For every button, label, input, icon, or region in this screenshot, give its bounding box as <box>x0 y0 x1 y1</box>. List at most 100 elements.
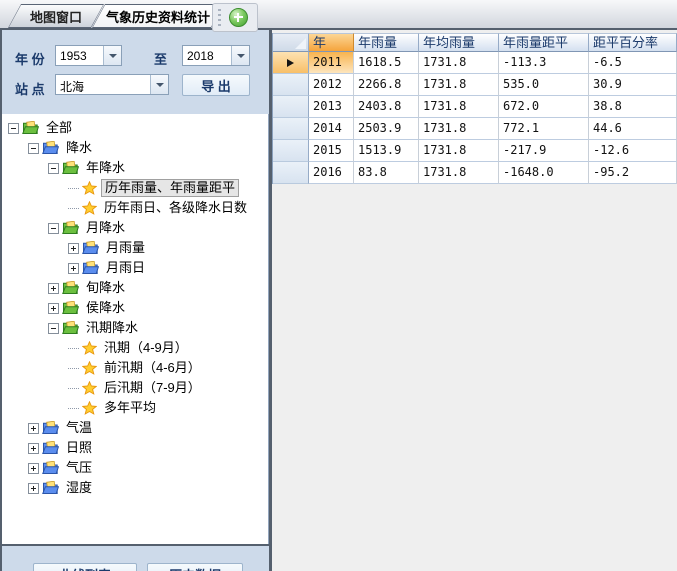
collapse-icon[interactable] <box>28 143 39 154</box>
tree-item[interactable]: 汛期降水 <box>2 318 268 338</box>
expand-icon[interactable] <box>28 463 39 474</box>
tree-item[interactable]: 降水 <box>2 138 268 158</box>
category-tree: 全部 降水 年降水 历年雨量、年雨量距平 历年雨日、各级降水日数 月降水 月雨量… <box>2 114 269 544</box>
table-cell[interactable]: 2011 <box>309 52 354 74</box>
row-indicator[interactable] <box>273 140 309 162</box>
chevron-down-icon[interactable] <box>150 75 168 94</box>
row-indicator[interactable] <box>273 52 309 74</box>
table-cell[interactable]: 30.9 <box>589 74 677 96</box>
table-cell[interactable]: 1731.8 <box>419 140 499 162</box>
export-button[interactable]: 导 出 <box>182 74 250 96</box>
column-header[interactable]: 年雨量 <box>354 33 419 52</box>
table-cell[interactable]: 44.6 <box>589 118 677 140</box>
tree-item-label: 月降水 <box>83 220 128 236</box>
tree-item[interactable]: 历年雨量、年雨量距平 <box>2 178 268 198</box>
star-icon <box>82 361 97 375</box>
column-header[interactable]: 距平百分率 <box>589 33 677 52</box>
year-from-select[interactable]: 1953 <box>55 45 122 66</box>
table-cell[interactable]: 1731.8 <box>419 74 499 96</box>
table-row[interactable]: 20111618.51731.8-113.3-6.5 <box>273 52 677 74</box>
add-tab-button plus-icon[interactable] <box>229 8 248 27</box>
tree-item[interactable]: 侯降水 <box>2 298 268 318</box>
expand-icon[interactable] <box>28 423 39 434</box>
table-cell[interactable]: -6.5 <box>589 52 677 74</box>
table-cell[interactable]: -12.6 <box>589 140 677 162</box>
curve-list-button[interactable]: 曲线列表 <box>33 563 137 571</box>
table-row[interactable]: 20151513.91731.8-217.9-12.6 <box>273 140 677 162</box>
tree-item[interactable]: 后汛期（7-9月） <box>2 378 268 398</box>
table-row[interactable]: 20122266.81731.8535.030.9 <box>273 74 677 96</box>
column-header[interactable]: 年 <box>309 33 354 52</box>
row-indicator[interactable] <box>273 96 309 118</box>
tree-item[interactable]: 历年雨日、各级降水日数 <box>2 198 268 218</box>
expand-icon[interactable] <box>48 283 59 294</box>
expand-icon[interactable] <box>48 303 59 314</box>
collapse-icon[interactable] <box>48 223 59 234</box>
tree-item[interactable]: 湿度 <box>2 478 268 498</box>
table-cell[interactable]: -95.2 <box>589 162 677 184</box>
tree-item[interactable]: 月雨量 <box>2 238 268 258</box>
tree-item[interactable]: 年降水 <box>2 158 268 178</box>
table-cell[interactable]: 83.8 <box>354 162 419 184</box>
table-cell[interactable]: 535.0 <box>499 74 589 96</box>
table-cell[interactable]: 1618.5 <box>354 52 419 74</box>
tree-item[interactable]: 前汛期（4-6月） <box>2 358 268 378</box>
tab-label: 地图窗口 <box>30 7 82 26</box>
tree-item[interactable]: 月降水 <box>2 218 268 238</box>
table-cell[interactable]: 2013 <box>309 96 354 118</box>
tree-item[interactable]: 旬降水 <box>2 278 268 298</box>
row-indicator[interactable] <box>273 118 309 140</box>
table-cell[interactable]: 2014 <box>309 118 354 140</box>
expand-icon[interactable] <box>28 483 39 494</box>
tab-map-window[interactable]: 地图窗口 <box>8 4 104 28</box>
select-all-corner[interactable] <box>273 33 309 52</box>
table-cell[interactable]: 2503.9 <box>354 118 419 140</box>
table-cell[interactable]: 38.8 <box>589 96 677 118</box>
chevron-down-icon[interactable] <box>103 46 121 65</box>
drag-grip-icon[interactable] <box>218 9 221 27</box>
tree-item[interactable]: 气压 <box>2 458 268 478</box>
column-header[interactable]: 年雨量距平 <box>499 33 589 52</box>
station-select[interactable]: 北海 <box>55 74 169 95</box>
year-to-select[interactable]: 2018 <box>182 45 250 66</box>
tree-item[interactable]: 气温 <box>2 418 268 438</box>
table-row[interactable]: 201683.81731.8-1648.0-95.2 <box>273 162 677 184</box>
table-cell[interactable]: 1731.8 <box>419 96 499 118</box>
expand-icon[interactable] <box>68 263 79 274</box>
chevron-down-icon[interactable] <box>231 46 249 65</box>
tab-weather-history-stats[interactable]: 气象历史资料统计 <box>92 4 224 28</box>
table-row[interactable]: 20142503.91731.8772.144.6 <box>273 118 677 140</box>
table-cell[interactable]: 772.1 <box>499 118 589 140</box>
table-cell[interactable]: 2016 <box>309 162 354 184</box>
table-cell[interactable]: 1731.8 <box>419 162 499 184</box>
table-cell[interactable]: 2266.8 <box>354 74 419 96</box>
tree-item[interactable]: 全部 <box>2 118 268 138</box>
table-cell[interactable]: 2403.8 <box>354 96 419 118</box>
table-cell[interactable]: 2012 <box>309 74 354 96</box>
collapse-icon[interactable] <box>8 123 19 134</box>
collapse-icon[interactable] <box>48 323 59 334</box>
table-row[interactable]: 20132403.81731.8672.038.8 <box>273 96 677 118</box>
table-cell[interactable]: 672.0 <box>499 96 589 118</box>
table-cell[interactable]: 1513.9 <box>354 140 419 162</box>
tree-item-label: 后汛期（7-9月） <box>101 380 204 396</box>
row-indicator[interactable] <box>273 162 309 184</box>
table-cell[interactable]: -113.3 <box>499 52 589 74</box>
expand-icon[interactable] <box>28 443 39 454</box>
tree-item[interactable]: 月雨日 <box>2 258 268 278</box>
collapse-icon[interactable] <box>48 163 59 174</box>
tree-item[interactable]: 多年平均 <box>2 398 268 418</box>
table-cell[interactable]: 2015 <box>309 140 354 162</box>
tree-item[interactable]: 日照 <box>2 438 268 458</box>
column-header[interactable]: 年均雨量 <box>419 33 499 52</box>
expand-icon[interactable] <box>68 243 79 254</box>
table-cell[interactable]: 1731.8 <box>419 118 499 140</box>
table-cell[interactable]: -1648.0 <box>499 162 589 184</box>
data-grid: 年年雨量年均雨量年雨量距平距平百分率20111618.51731.8-113.3… <box>272 33 677 184</box>
table-cell[interactable]: -217.9 <box>499 140 589 162</box>
tree-item-label: 前汛期（4-6月） <box>101 360 204 376</box>
history-data-button[interactable]: 历史数据 <box>147 563 243 571</box>
table-cell[interactable]: 1731.8 <box>419 52 499 74</box>
tree-item[interactable]: 汛期（4-9月） <box>2 338 268 358</box>
row-indicator[interactable] <box>273 74 309 96</box>
